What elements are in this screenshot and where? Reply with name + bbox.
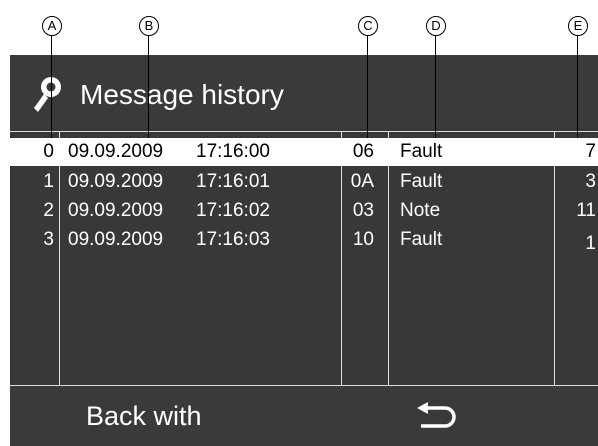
row-code: 06 bbox=[352, 141, 374, 162]
header-divider bbox=[10, 131, 598, 132]
key-icon bbox=[34, 77, 61, 112]
header-bar: Message history bbox=[10, 55, 598, 127]
message-row[interactable]: 1 09.09.2009 17:16:01 0A Fault 3 bbox=[10, 168, 598, 196]
row-type: Fault bbox=[400, 141, 443, 162]
row-index: 3 bbox=[43, 229, 54, 250]
row-time: 17:16:02 bbox=[196, 200, 270, 221]
row-count: 7 bbox=[585, 141, 596, 162]
row-time: 17:16:03 bbox=[196, 229, 270, 250]
callout-b: B bbox=[139, 16, 159, 36]
row-index: 2 bbox=[43, 200, 54, 221]
row-code: 10 bbox=[352, 229, 374, 250]
leader-line-e bbox=[577, 36, 579, 138]
row-index: 1 bbox=[43, 171, 54, 192]
row-count: 3 bbox=[585, 171, 596, 192]
page-title: Message history bbox=[80, 79, 284, 110]
message-row[interactable]: 0 09.09.2009 17:16:00 06 Fault 7 bbox=[10, 138, 598, 166]
row-type: Fault bbox=[400, 171, 443, 192]
row-count: 11 bbox=[576, 200, 596, 221]
row-code: 0A bbox=[350, 171, 374, 192]
return-arrow-icon[interactable] bbox=[415, 402, 459, 432]
callout-e: E bbox=[568, 16, 588, 36]
footer-bar: Back with bbox=[10, 385, 598, 446]
row-count: 1 bbox=[585, 233, 596, 254]
row-code: 03 bbox=[352, 200, 374, 221]
message-row[interactable]: 2 09.09.2009 17:16:02 03 Note 11 bbox=[10, 197, 598, 225]
row-time: 17:16:01 bbox=[196, 171, 270, 192]
back-label: Back with bbox=[86, 401, 202, 431]
row-date: 09.09.2009 bbox=[68, 171, 164, 192]
row-date: 09.09.2009 bbox=[68, 200, 164, 221]
row-time: 17:16:00 bbox=[196, 141, 270, 162]
row-type: Fault bbox=[400, 229, 443, 250]
leader-line-b bbox=[148, 36, 150, 138]
callout-c: C bbox=[358, 16, 378, 36]
row-date: 09.09.2009 bbox=[68, 141, 164, 162]
row-date: 09.09.2009 bbox=[68, 229, 164, 250]
display-screen: Message history 0 09.09.2009 17:16:00 06… bbox=[10, 55, 598, 446]
leader-line-d bbox=[435, 36, 437, 138]
row-index: 0 bbox=[43, 141, 54, 162]
row-type: Note bbox=[400, 200, 441, 221]
callout-a: A bbox=[42, 16, 62, 36]
leader-line-c bbox=[367, 36, 369, 138]
message-row[interactable]: 3 09.09.2009 17:16:03 10 Fault 1 bbox=[10, 226, 598, 254]
callout-d: D bbox=[426, 16, 446, 36]
leader-line-a bbox=[51, 36, 53, 138]
